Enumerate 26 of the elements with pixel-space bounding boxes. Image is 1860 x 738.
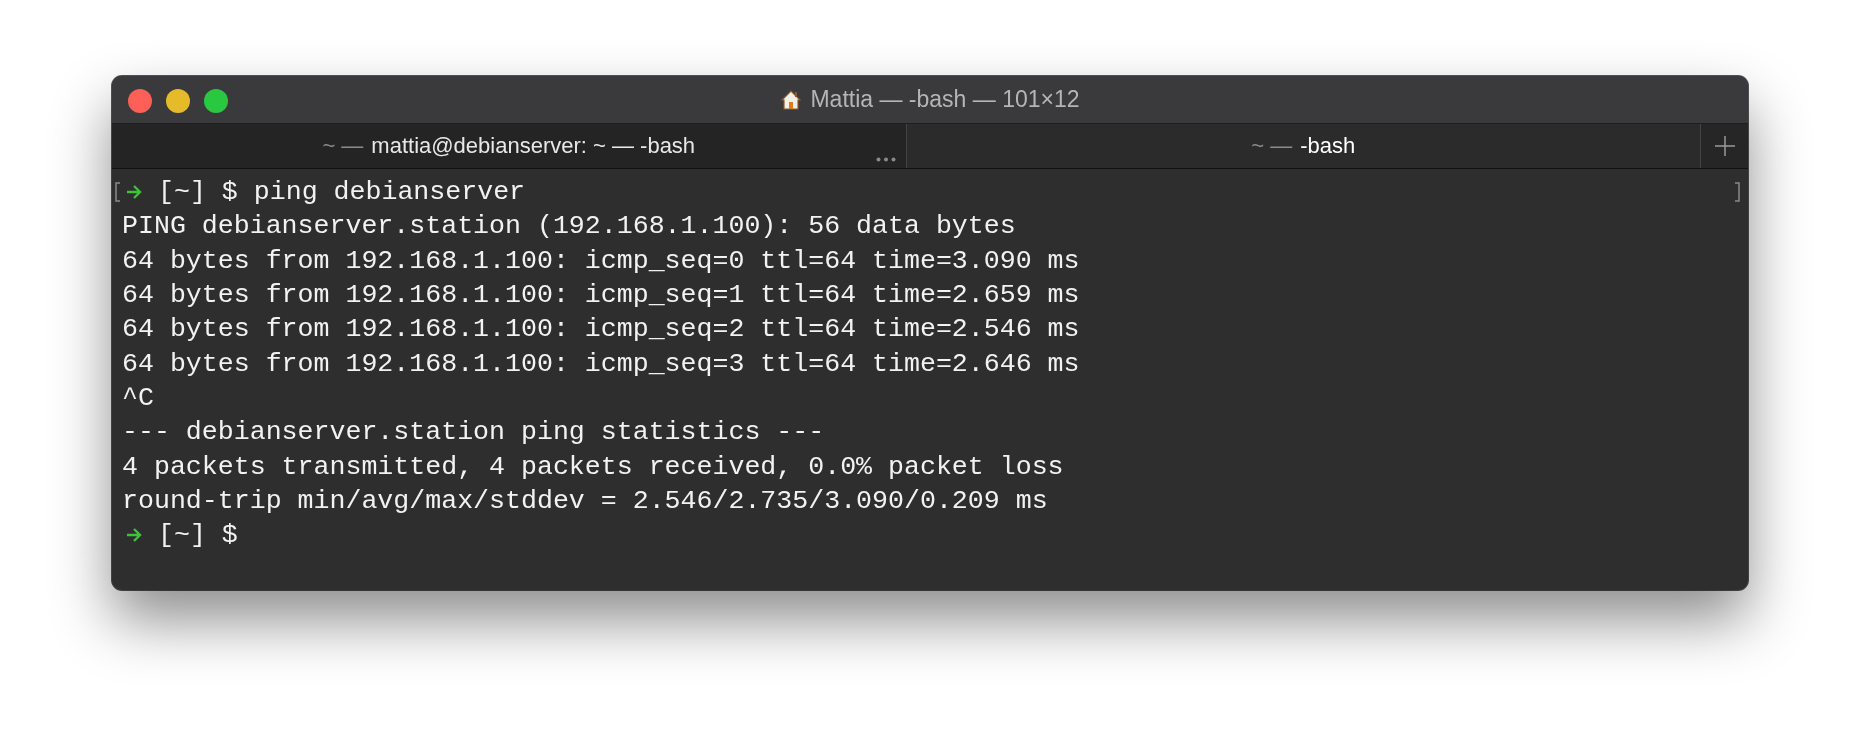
tab-label: mattia@debianserver: ~ — -bash [371,133,696,159]
output-line: ^C [122,382,154,413]
output-line: 64 bytes from 192.168.1.100: icmp_seq=2 ttl=64 time=2.546 ms [122,314,1080,345]
mark-bracket-icon [1734,182,1740,202]
house-icon [780,88,803,111]
tab[interactable]: ~ — -bash [906,124,1701,168]
arrow-icon [126,184,142,201]
prompt-line: [~] $ [158,520,238,551]
minimize-button[interactable] [166,89,190,113]
close-button[interactable] [128,89,152,113]
output-line: 64 bytes from 192.168.1.100: icmp_seq=1 ttl=64 time=2.659 ms [122,280,1080,311]
prompt-line: [~] $ ping debianserver [158,177,526,208]
output-line: 64 bytes from 192.168.1.100: icmp_seq=0 ttl=64 time=3.090 ms [122,245,1080,276]
arrow-icon [126,527,142,544]
output-line: --- debianserver.station ping statistics --- [122,417,825,448]
tab-prefix: ~ — [1251,133,1293,159]
output-line: 64 bytes from 192.168.1.100: icmp_seq=3 ttl=64 time=2.646 ms [122,348,1080,379]
tab-prefix: ~ — [322,133,364,159]
window-title: Mattia — -bash — 101×12 [810,86,1080,113]
output-line: round-trip min/avg/max/stddev = 2.546/2.735/3.090/0.209 ms [122,485,1048,516]
plus-icon [1713,135,1736,157]
output-line: 4 packets transmitted, 4 packets received, 0.0% packet loss [122,451,1064,482]
zoom-button[interactable] [204,89,228,113]
output-line: PING debianserver.station (192.168.1.100): 56 data bytes [122,211,1016,242]
tab-label: -bash [1300,133,1356,159]
more-icon[interactable] [875,157,896,162]
